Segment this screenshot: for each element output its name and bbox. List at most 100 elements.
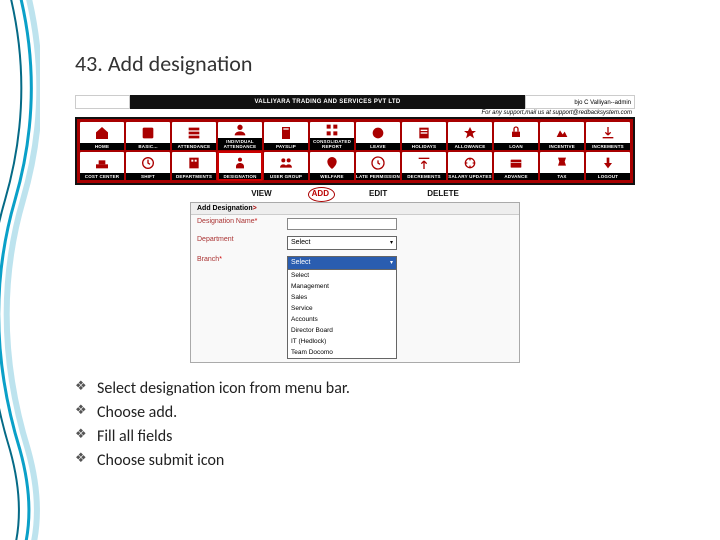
menu-item-label: COST CENTER [80, 173, 124, 180]
menu-item-tax[interactable]: TAX [540, 152, 584, 180]
menu-item-shift[interactable]: SHIFT [126, 152, 170, 180]
menu-item-label: ALLOWANCE [448, 143, 492, 150]
menu-icon [232, 152, 248, 173]
menu-item-label: WELFARE [310, 173, 354, 180]
instruction-item: Choose submit icon [75, 449, 690, 473]
menu-item-label: LOAN [494, 143, 538, 150]
menu-item-increments[interactable]: INCREMENTS [586, 122, 630, 150]
menu-item-label: HOME [80, 143, 124, 150]
menu-item-label: SALARY UPDATES [448, 173, 492, 180]
branch-option[interactable]: Accounts [288, 314, 396, 325]
menu-icon [508, 152, 524, 173]
menu-item-welfare[interactable]: WELFARE [310, 152, 354, 180]
menu-item-label: BASIC... [126, 143, 170, 150]
slide-wave-decoration [0, 0, 40, 540]
label-department: Department [197, 236, 287, 243]
menu-item-leave[interactable]: LEAVE [356, 122, 400, 150]
menu-item-label: INDIVIDUAL ATTENDANCE [218, 138, 262, 150]
branch-option[interactable]: Director Board [288, 325, 396, 336]
menu-item-advance[interactable]: ADVANCE [494, 152, 538, 180]
menu-item-loan[interactable]: LOAN [494, 122, 538, 150]
menu-icon [554, 152, 570, 173]
menu-item-label: TAX [540, 173, 584, 180]
instruction-item: Select designation icon from menu bar. [75, 377, 690, 401]
menu-icon [186, 122, 202, 143]
menu-item-label: SHIFT [126, 173, 170, 180]
form-header: Add Designation> [191, 203, 519, 215]
menu-icon [416, 122, 432, 143]
menu-item-allowance[interactable]: ALLOWANCE [448, 122, 492, 150]
menu-item-departments[interactable]: DEPARTMENTS [172, 152, 216, 180]
menu-item-holidays[interactable]: HOLIDAYS [402, 122, 446, 150]
instruction-item: Fill all fields [75, 425, 690, 449]
menu-icon [600, 122, 616, 143]
menu-item-label: USER GROUP [264, 173, 308, 180]
menu-icon [140, 152, 156, 173]
menu-icon [324, 152, 340, 173]
menu-icon [370, 152, 386, 173]
branch-option[interactable]: Select [288, 270, 396, 281]
menu-icon [94, 122, 110, 143]
menu-item-label: CONSOLIDATED REPORT [310, 138, 354, 150]
menu-item-cost-center[interactable]: COST CENTER [80, 152, 124, 180]
menu-item-payslip[interactable]: PAYSLIP [264, 122, 308, 150]
menu-item-individual-attendance[interactable]: INDIVIDUAL ATTENDANCE [218, 122, 262, 150]
slide-title: 43. Add designation [75, 50, 690, 77]
menu-icon [232, 122, 248, 138]
action-tabs: VIEW ADD EDIT DELETE [75, 185, 635, 200]
add-designation-form: Add Designation> Designation Name* Depar… [190, 202, 520, 363]
company-header: VALLIYARA TRADING AND SERVICES PVT LTD [130, 95, 525, 109]
menu-icon [554, 122, 570, 143]
branch-option[interactable]: Management [288, 281, 396, 292]
menu-item-late-permission[interactable]: LATE PERMISSION [356, 152, 400, 180]
instruction-list: Select designation icon from menu bar. Ch… [75, 377, 690, 473]
menu-item-label: DESIGNATION [218, 173, 262, 180]
menu-item-label: ADVANCE [494, 173, 538, 180]
menu-icon [370, 122, 386, 143]
menu-icon [462, 152, 478, 173]
select-branch[interactable]: Select▾ SelectManagementSalesServiceAcco… [287, 256, 397, 359]
menu-item-consolidated-report[interactable]: CONSOLIDATED REPORT [310, 122, 354, 150]
app-screenshot: VALLIYARA TRADING AND SERVICES PVT LTD b… [75, 95, 635, 355]
menu-item-label: INCREMENTS [586, 143, 630, 150]
select-department[interactable]: Select▾ [287, 236, 397, 250]
tab-add[interactable]: ADD [312, 189, 329, 198]
menu-item-label: LATE PERMISSION [356, 173, 400, 180]
user-label: bjo C Valliyan--admin [525, 95, 635, 109]
menu-item-label: INCENTIVE [540, 143, 584, 150]
menu-item-user-group[interactable]: USER GROUP [264, 152, 308, 180]
logo-area [75, 95, 130, 109]
chevron-down-icon: ▾ [390, 237, 393, 249]
menu-icon [600, 152, 616, 173]
menu-item-label: LOGOUT [586, 173, 630, 180]
branch-option[interactable]: Team Docomo [288, 347, 396, 358]
menu-icon [508, 122, 524, 143]
branch-option[interactable]: Service [288, 303, 396, 314]
menu-item-incentive[interactable]: INCENTIVE [540, 122, 584, 150]
menu-item-decrements[interactable]: DECREMENTS [402, 152, 446, 180]
chevron-down-icon: ▾ [390, 257, 393, 269]
menu-icon [324, 122, 340, 138]
menu-item-label: DEPARTMENTS [172, 173, 216, 180]
tab-view[interactable]: VIEW [251, 189, 271, 198]
menu-item-designation[interactable]: DESIGNATION [218, 152, 262, 180]
label-branch: Branch* [197, 256, 287, 263]
tab-edit[interactable]: EDIT [369, 189, 387, 198]
main-menu: HOMEBASIC...ATTENDANCEINDIVIDUAL ATTENDA… [75, 117, 635, 185]
menu-item-salary-updates[interactable]: SALARY UPDATES [448, 152, 492, 180]
menu-item-home[interactable]: HOME [80, 122, 124, 150]
support-text: For any support,mail us at support@redba… [75, 109, 635, 117]
menu-icon [462, 122, 478, 143]
menu-item-label: LEAVE [356, 143, 400, 150]
menu-item-label: DECREMENTS [402, 173, 446, 180]
menu-item-label: PAYSLIP [264, 143, 308, 150]
menu-item-attendance[interactable]: ATTENDANCE [172, 122, 216, 150]
branch-option[interactable]: Sales [288, 292, 396, 303]
menu-item-basic-[interactable]: BASIC... [126, 122, 170, 150]
menu-icon [278, 152, 294, 173]
input-designation-name[interactable] [287, 218, 397, 230]
menu-item-label: ATTENDANCE [172, 143, 216, 150]
branch-option[interactable]: IT (Hedlock) [288, 336, 396, 347]
tab-delete[interactable]: DELETE [427, 189, 459, 198]
menu-item-logout[interactable]: LOGOUT [586, 152, 630, 180]
